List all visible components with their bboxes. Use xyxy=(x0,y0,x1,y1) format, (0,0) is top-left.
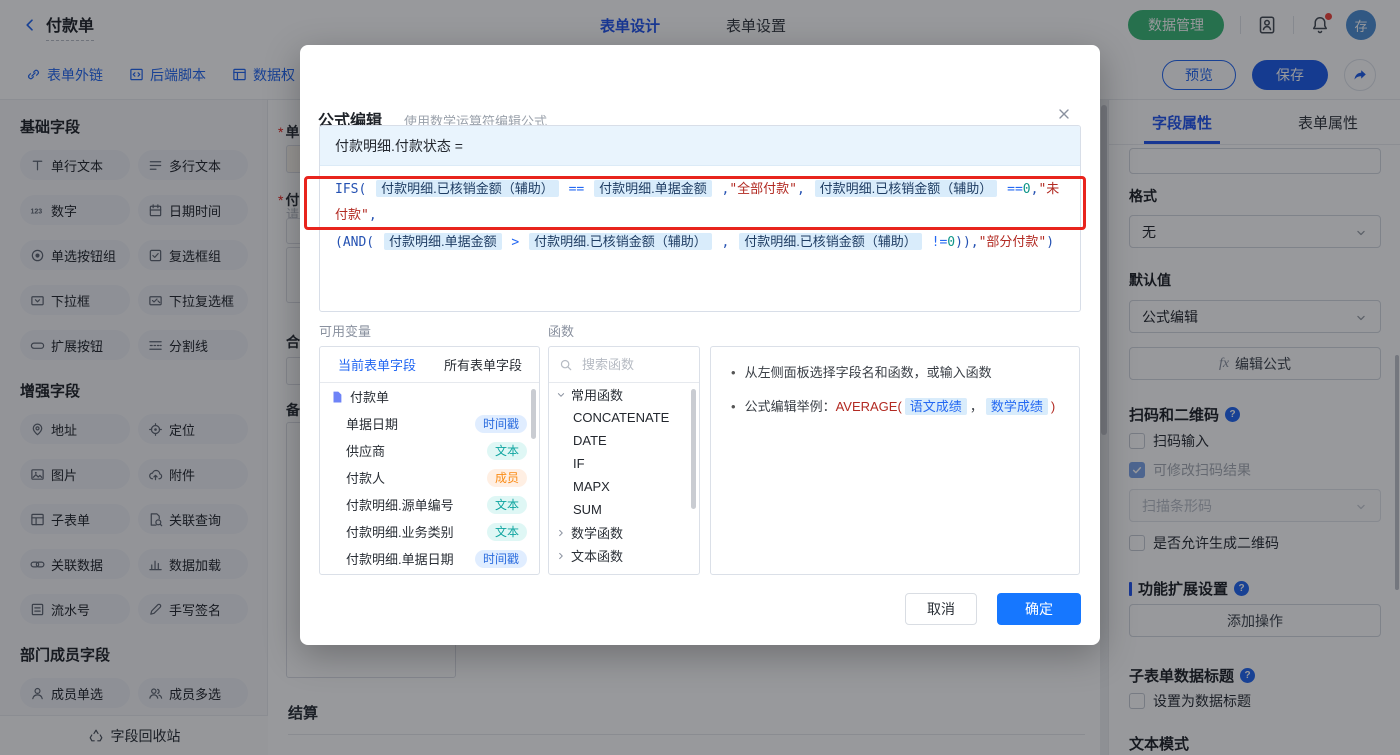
help-tip: • 从左侧面板选择字段名和函数，或输入函数 xyxy=(731,365,992,380)
doc-icon xyxy=(333,391,342,403)
formula-token-punct: , xyxy=(797,182,813,197)
example-field-chip: 数学成绩 xyxy=(985,398,1048,415)
variables-tabs: 当前表单字段 所有表单字段 xyxy=(320,347,539,383)
formula-editor: 付款明细.付款状态 = IFS( 付款明细.已核销金额（辅助） == 付款明细.… xyxy=(319,125,1081,312)
functions-label: 函数 xyxy=(548,324,575,339)
formula-line: (AND( 付款明细.单据金额 > 付款明细.已核销金额（辅助） , 付款明细.… xyxy=(335,229,1065,256)
formula-token-op: > xyxy=(503,235,528,250)
tab-current-form-fields[interactable]: 当前表单字段 xyxy=(338,355,416,374)
variable-row[interactable]: 付款明细.源单编号 文本 xyxy=(320,491,539,518)
variable-row[interactable]: 付款人 成员 xyxy=(320,464,539,491)
chevright-icon xyxy=(559,529,563,536)
field-type-badge: 时间戳 xyxy=(474,414,527,433)
field-type-badge: 文本 xyxy=(486,441,527,460)
formula-editor-modal: 公式编辑 使用数学运算符编辑公式 付款明细.付款状态 = IFS( 付款明细.已… xyxy=(300,45,1100,645)
formula-token-num: 0 xyxy=(1022,182,1031,197)
help-example: • 公式编辑举例：AVERAGE(语文成绩，数学成绩) xyxy=(731,398,1056,415)
formula-token-punct: , xyxy=(713,182,730,197)
function-group-row[interactable]: 数学函数 xyxy=(549,521,699,544)
formula-token-punct: , xyxy=(713,235,738,250)
variables-panel: 当前表单字段 所有表单字段 付款单 单据日期 时间戳 供应商 文本 付款人 成员 付款明细.源… xyxy=(319,346,540,575)
functions-panel: 常用函数CONCATENATEDATEIFMAPXSUM数学函数文本函数 xyxy=(548,346,700,575)
function-search-input[interactable] xyxy=(580,356,670,373)
chevright-icon xyxy=(559,552,563,559)
formula-token-kw: (AND( xyxy=(335,235,382,250)
variable-row[interactable]: 单据日期 时间戳 xyxy=(320,410,539,437)
formula-token-op: == xyxy=(999,182,1023,197)
confirm-button[interactable]: 确定 xyxy=(997,593,1081,625)
function-row[interactable]: CONCATENATE xyxy=(549,406,699,429)
function-row[interactable]: MAPX xyxy=(549,475,699,498)
formula-token-punct: ) xyxy=(1046,235,1055,250)
variables-label: 可用变量 xyxy=(319,324,372,339)
formula-token-field: 付款明细.已核销金额（辅助） xyxy=(739,233,922,250)
variable-root-row[interactable]: 付款单 xyxy=(320,383,539,410)
function-group-row[interactable]: 文本函数 xyxy=(549,544,699,567)
variable-row[interactable]: 付款明细.单据日期 时间戳 xyxy=(320,545,539,572)
field-type-badge: 文本 xyxy=(486,495,527,514)
function-row[interactable]: DATE xyxy=(549,429,699,452)
close-icon xyxy=(1059,109,1069,119)
variable-row[interactable]: 供应商 文本 xyxy=(320,437,539,464)
variables-scrollbar-thumb[interactable] xyxy=(531,389,536,439)
formula-token-field: 付款明细.单据金额 xyxy=(383,233,502,250)
formula-token-punct: )), xyxy=(955,235,979,250)
functions-scrollbar-thumb[interactable] xyxy=(691,389,696,509)
example-field-chip: 语文成绩 xyxy=(904,398,967,415)
close-button[interactable] xyxy=(1056,105,1072,122)
example-function: AVERAGE( xyxy=(835,399,902,414)
formula-token-str: "部分付款" xyxy=(978,235,1047,250)
formula-token-op: == xyxy=(560,182,593,197)
formula-token-kw: IFS( xyxy=(335,182,375,197)
formula-input[interactable]: IFS( 付款明细.已核销金额（辅助） == 付款明细.单据金额 ,"全部付款"… xyxy=(320,166,1080,266)
formula-token-op: != xyxy=(923,235,948,250)
function-group-row[interactable]: 常用函数 xyxy=(549,383,699,406)
formula-token-num: 0 xyxy=(947,235,956,250)
function-row[interactable]: IF xyxy=(549,452,699,475)
function-search xyxy=(549,347,699,383)
formula-token-field: 付款明细.单据金额 xyxy=(594,180,712,197)
formula-target: 付款明细.付款状态 = xyxy=(320,126,1080,166)
cancel-button[interactable]: 取消 xyxy=(905,593,977,625)
field-type-badge: 文本 xyxy=(486,522,527,541)
function-row[interactable]: SUM xyxy=(549,498,699,521)
chevdown-icon xyxy=(557,392,565,397)
formula-token-field: 付款明细.已核销金额（辅助） xyxy=(376,180,559,197)
formula-token-field: 付款明细.已核销金额（辅助） xyxy=(529,233,712,250)
form-builder-app: 付款单 表单设计 表单设置 数据管理 存 表单外链 后端脚本 数据权 预览 保存 基… xyxy=(0,0,1400,755)
field-type-badge: 时间戳 xyxy=(474,549,527,568)
variable-row[interactable]: 付款明细.业务类别 文本 xyxy=(320,518,539,545)
formula-token-str: "全部付款" xyxy=(729,182,798,197)
field-type-badge: 成员 xyxy=(486,468,527,487)
formula-help-panel: • 从左侧面板选择字段名和函数，或输入函数 • 公式编辑举例：AVERAGE(语文成… xyxy=(710,346,1080,575)
formula-token-field: 付款明细.已核销金额（辅助） xyxy=(814,180,998,197)
formula-line: IFS( 付款明细.已核销金额（辅助） == 付款明细.单据金额 ,"全部付款"… xyxy=(335,176,1065,229)
tab-all-form-fields[interactable]: 所有表单字段 xyxy=(444,355,522,374)
formula-token-punct: , xyxy=(368,208,377,223)
search-icon xyxy=(560,359,572,370)
